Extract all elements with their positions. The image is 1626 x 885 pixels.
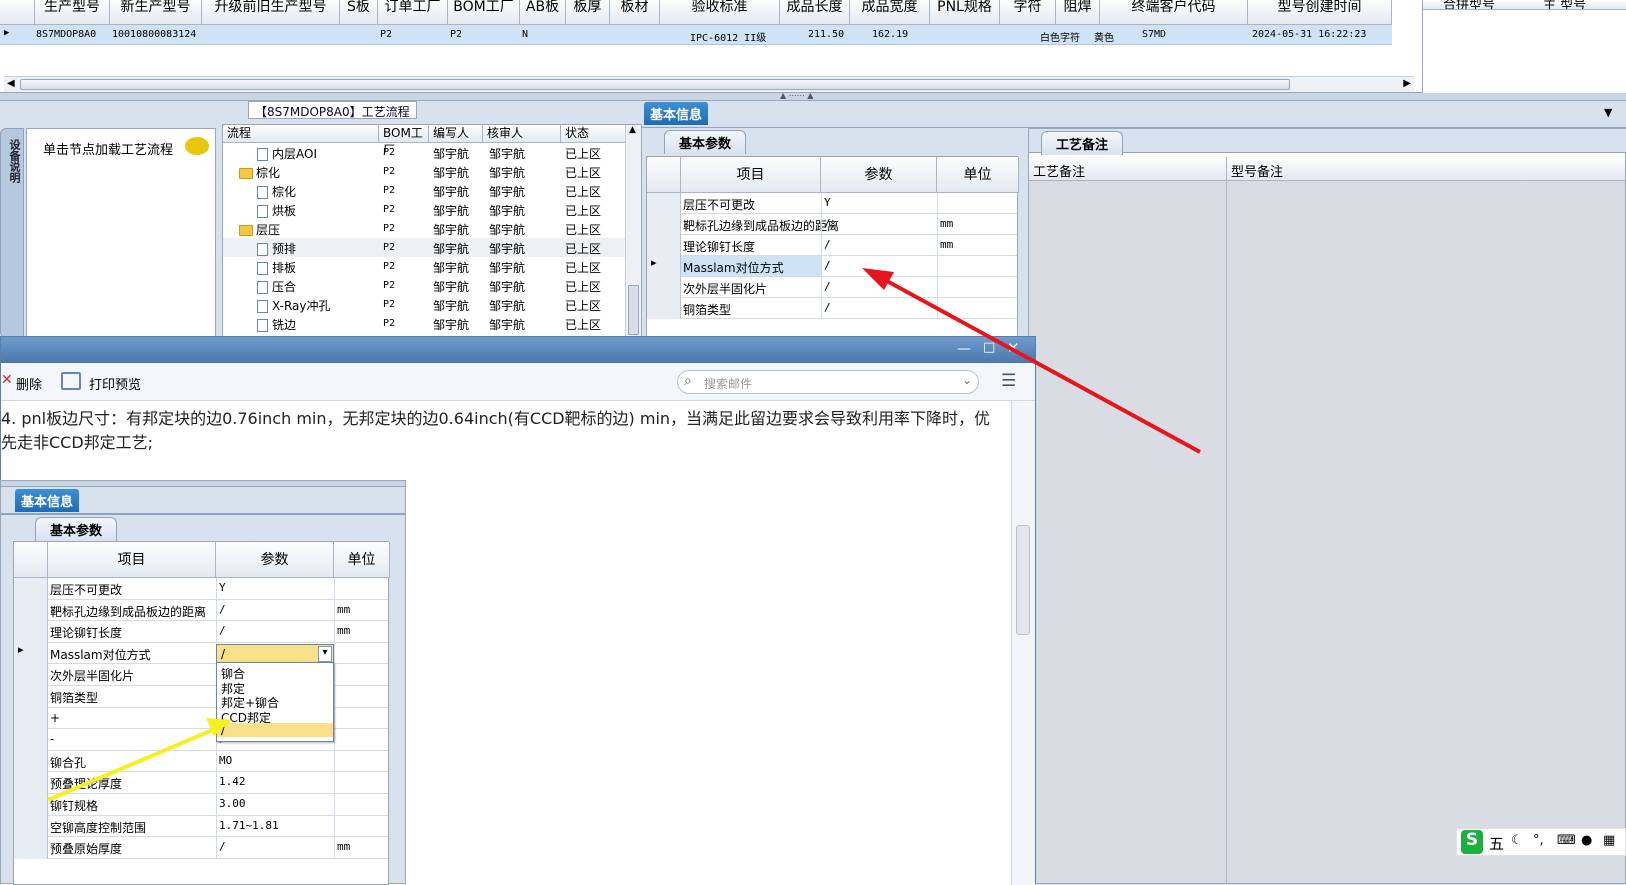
- punctuation-icon[interactable]: °,: [1533, 833, 1544, 848]
- moon-icon[interactable]: ☾: [1511, 833, 1523, 848]
- keyboard-icon[interactable]: ⌨: [1557, 833, 1576, 848]
- ime-logo-icon: S: [1461, 830, 1483, 854]
- annotation-arrows: [47, 268, 1201, 802]
- yellow-arrow: [47, 724, 223, 802]
- user-icon[interactable]: ●: [1581, 833, 1592, 848]
- ime-mode[interactable]: 五: [1489, 833, 1504, 854]
- grid-menu-icon[interactable]: ▦: [1603, 833, 1615, 848]
- red-arrow: [875, 273, 1201, 454]
- ime-toolbar[interactable]: S 五 ☾ °, ⌨ ● ▦: [1456, 828, 1626, 856]
- red-arrowhead: [862, 268, 894, 290]
